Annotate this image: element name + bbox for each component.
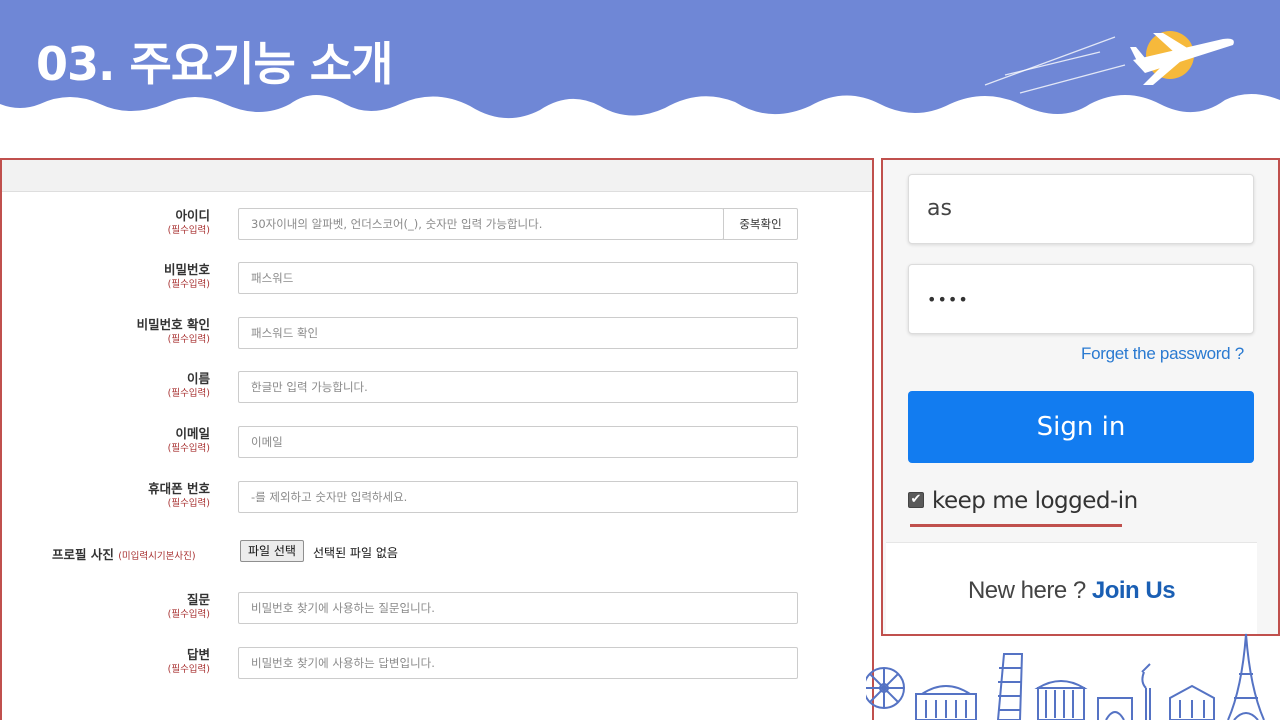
required-note: (필수입력) [167,609,210,620]
form-row-profile-photo: 프로필 사진 (미입력시기본사진) 파일 선택 선택된 파일 없음 [2,534,872,574]
required-note: (필수입력) [167,279,210,290]
sign-in-button[interactable]: Sign in [908,391,1254,463]
form-row-email: 이메일 (필수입력) 이메일 [2,426,872,466]
form-row-name: 이름 (필수입력) 한글만 입력 가능합니다. [2,371,872,411]
file-select-button[interactable]: 파일 선택 [240,540,304,562]
label-phone: 휴대폰 번호 (필수입력) [148,481,210,509]
password-confirm-input[interactable]: 패스워드 확인 [238,317,798,349]
forgot-password-link[interactable]: Forget the password ? [1081,344,1244,364]
required-note: (필수입력) [167,443,210,454]
form-row-question: 질문 (필수입력) 비밀번호 찾기에 사용하는 질문입니다. [2,592,872,632]
highlight-underline [910,524,1122,527]
label-password-confirm: 비밀번호 확인 (필수입력) [136,317,210,345]
remember-me-label[interactable]: keep me logged-in [932,488,1138,514]
login-panel: as •••• Forget the password ? Sign in ✔ … [881,158,1280,636]
signup-form-panel: 아이디 (필수입력) 30자이내의 알파벳, 언더스코어(_), 숫자만 입력 … [0,158,874,720]
form-row-id: 아이디 (필수입력) 30자이내의 알파벳, 언더스코어(_), 숫자만 입력 … [2,208,872,248]
password-input[interactable]: •••• [908,264,1254,334]
answer-input[interactable]: 비밀번호 찾기에 사용하는 답변입니다. [238,647,798,679]
new-here-text: New here ? Join Us [967,577,1176,604]
question-input[interactable]: 비밀번호 찾기에 사용하는 질문입니다. [238,592,798,624]
label-email: 이메일 (필수입력) [167,426,210,454]
page-title: 03. 주요기능 소개 [36,37,393,91]
email-input[interactable]: 이메일 [238,426,798,458]
label-question: 질문 (필수입력) [167,592,210,620]
required-note: (필수입력) [167,388,210,399]
required-note: (필수입력) [167,334,210,345]
required-note: (필수입력) [167,664,210,675]
name-input[interactable]: 한글만 입력 가능합니다. [238,371,798,403]
form-row-phone: 휴대폰 번호 (필수입력) -를 제외하고 숫자만 입력하세요. [2,481,872,521]
form-top-bar [2,160,872,192]
header-banner: 03. 주요기능 소개 [0,0,1280,140]
join-strip: New here ? Join Us [886,542,1257,634]
id-input[interactable]: 30자이내의 알파벳, 언더스코어(_), 숫자만 입력 가능합니다. [238,208,724,240]
password-input[interactable]: 패스워드 [238,262,798,294]
form-row-password-confirm: 비밀번호 확인 (필수입력) 패스워드 확인 [2,317,872,357]
remember-me-checkbox[interactable]: ✔ [908,492,924,508]
label-id: 아이디 (필수입력) [167,208,210,236]
optional-note: (미입력시기본사진) [118,551,196,562]
world-landmarks-icon [863,628,1280,720]
duplicate-check-button[interactable]: 중복확인 [723,208,798,240]
username-input[interactable]: as [908,174,1254,244]
label-password: 비밀번호 (필수입력) [163,262,210,290]
required-note: (필수입력) [167,225,210,236]
phone-input[interactable]: -를 제외하고 숫자만 입력하세요. [238,481,798,513]
join-us-link[interactable]: Join Us [1092,577,1176,604]
file-status-text: 선택된 파일 없음 [313,546,398,560]
form-row-answer: 답변 (필수입력) 비밀번호 찾기에 사용하는 답변입니다. [2,647,872,687]
required-note: (필수입력) [167,498,210,509]
password-mask: •••• [927,290,969,309]
label-name: 이름 (필수입력) [167,371,210,399]
form-row-password: 비밀번호 (필수입력) 패스워드 [2,262,872,302]
label-profile-photo: 프로필 사진 (미입력시기본사진) [52,547,196,562]
label-answer: 답변 (필수입력) [167,647,210,675]
